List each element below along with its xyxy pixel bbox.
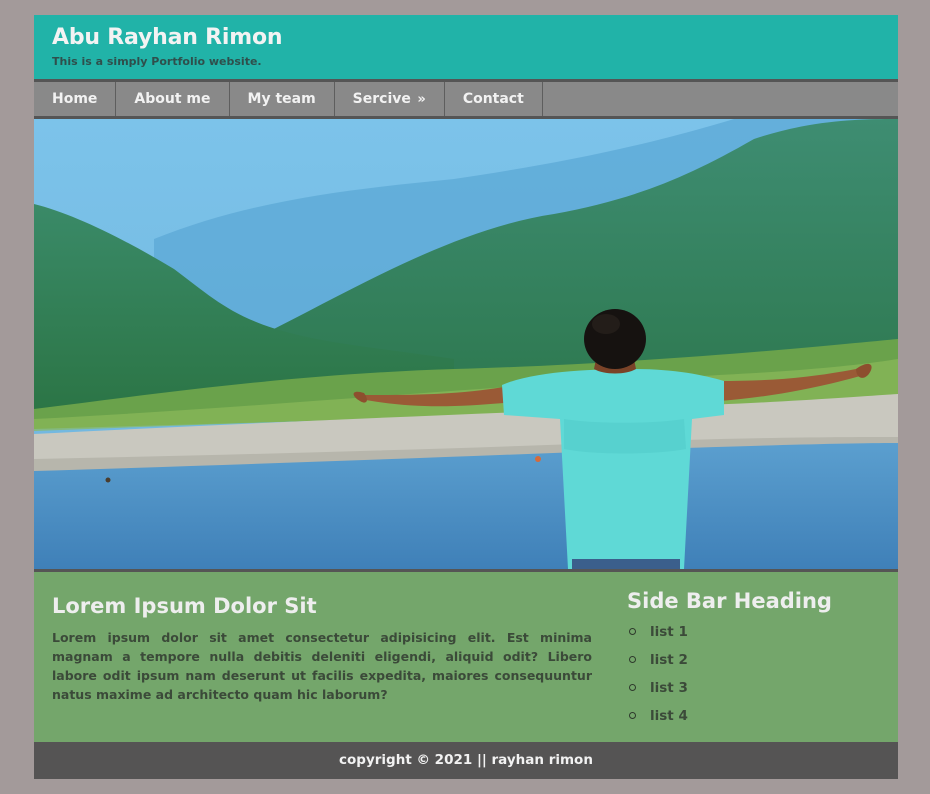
site-tagline: This is a simply Portfolio website. — [52, 55, 262, 68]
hero-image — [34, 119, 898, 569]
sidebar-list-item[interactable]: list 2 — [627, 651, 688, 679]
main-heading: Lorem Ipsum Dolor Sit — [52, 594, 317, 618]
site-title[interactable]: Abu Rayhan Rimon — [52, 25, 283, 50]
footer-copyright: copyright © 2021 || rayhan rimon — [339, 752, 593, 768]
sidebar-list: list 1 list 2 list 3 list 4 — [627, 623, 688, 735]
nav-item-label: My team — [247, 91, 316, 107]
nav-item-label: Sercive — [352, 91, 411, 107]
site-header: Abu Rayhan Rimon This is a simply Portfo… — [34, 15, 898, 82]
nav-item-label: About me — [134, 91, 211, 107]
nav-item-my-team[interactable]: My team — [230, 82, 335, 116]
sidebar-list-item[interactable]: list 3 — [627, 679, 688, 707]
main-text: Lorem ipsum dolor sit amet consectetur a… — [52, 630, 592, 702]
sidebar-list-item[interactable]: list 4 — [627, 707, 688, 735]
sidebar-heading: Side Bar Heading — [627, 589, 832, 613]
page-container: Abu Rayhan Rimon This is a simply Portfo… — [34, 15, 898, 779]
main-nav: Home About me My team Sercive » Contact — [34, 82, 898, 119]
content-section: Lorem Ipsum Dolor Sit Lorem ipsum dolor … — [34, 569, 898, 745]
nav-item-label: Contact — [462, 91, 524, 107]
nav-item-contact[interactable]: Contact — [445, 82, 543, 116]
nav-item-home[interactable]: Home — [34, 82, 117, 116]
site-footer: copyright © 2021 || rayhan rimon — [34, 742, 898, 779]
nav-item-service[interactable]: Sercive » — [335, 82, 445, 116]
nav-item-label: Home — [52, 91, 98, 107]
sidebar-list-item[interactable]: list 1 — [627, 623, 688, 651]
nav-item-about-me[interactable]: About me — [116, 82, 230, 116]
double-chevron-right-icon: » — [412, 92, 426, 107]
